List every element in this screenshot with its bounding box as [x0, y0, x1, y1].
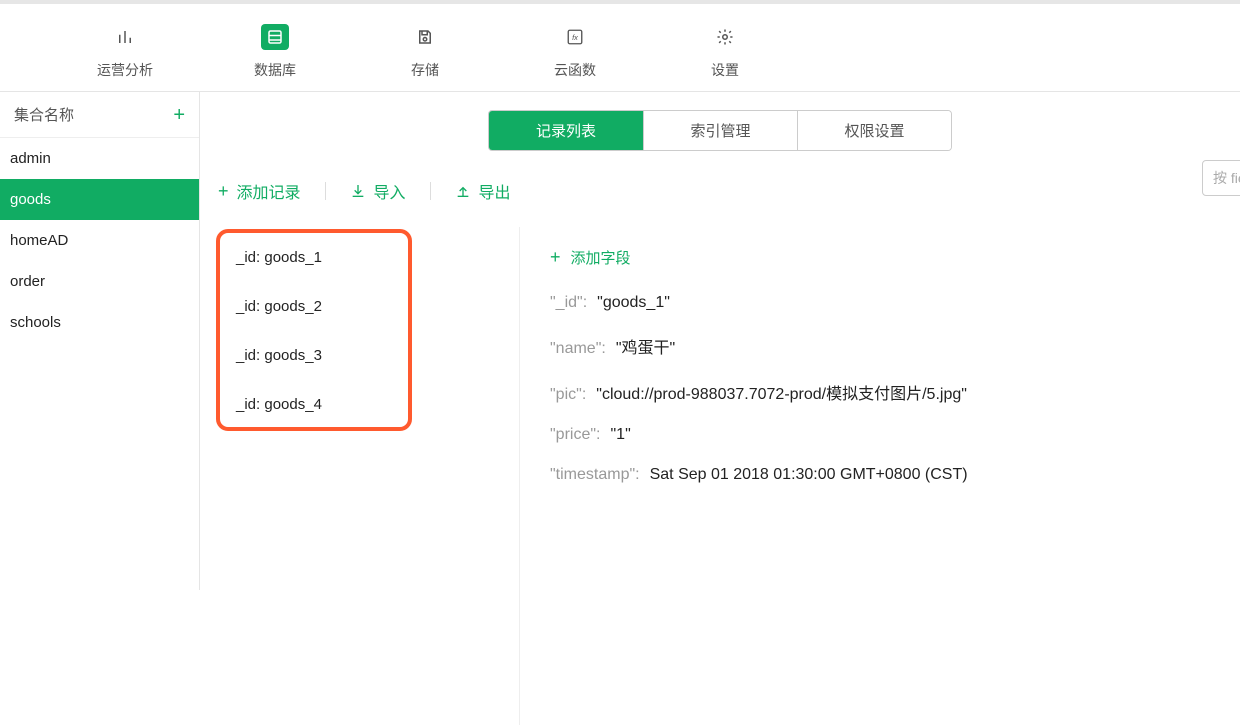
export-button[interactable]: 导出 [455, 179, 511, 203]
field-key: "timestamp": [550, 466, 640, 483]
field-row: "timestamp": Sat Sep 01 2018 01:30:00 GMT… [550, 466, 1210, 484]
sidebar-item-homeAD[interactable]: homeAD [0, 220, 199, 261]
sidebar-item-schools[interactable]: schools [0, 302, 199, 343]
add-collection-icon[interactable]: + [173, 105, 185, 125]
field-value: Sat Sep 01 2018 01:30:00 GMT+0800 (CST) [650, 466, 968, 483]
split-pane: _id: goods_1_id: goods_2_id: goods_3_id:… [200, 227, 1240, 725]
top-nav-item-bars[interactable]: 运营分析 [95, 24, 155, 80]
field-key: "_id": [550, 294, 587, 311]
plus-icon: + [550, 247, 561, 268]
record-item[interactable]: _id: goods_1 [220, 233, 519, 282]
records-pane: _id: goods_1_id: goods_2_id: goods_3_id:… [220, 227, 520, 725]
top-nav-label: 运营分析 [97, 60, 153, 80]
detail-pane: + 添加字段 "_id": "goods_1" "name": "鸡蛋干" "pic":… [520, 227, 1240, 725]
top-nav: 运营分析 数据库 存储 fx 云函数 设置 [0, 4, 1240, 92]
top-nav-label: 云函数 [554, 60, 596, 80]
top-nav-item-disk[interactable]: 存储 [395, 24, 455, 80]
separator [430, 182, 431, 200]
top-nav-label: 存储 [411, 60, 439, 80]
main-area: 集合名称 + admingoodshomeADorderschools 记录列表… [0, 92, 1240, 590]
field-key: "pic": [550, 386, 586, 403]
db-icon [261, 24, 289, 50]
plus-icon: + [218, 181, 229, 202]
top-nav-item-fx[interactable]: fx 云函数 [545, 24, 605, 80]
sidebar-item-admin[interactable]: admin [0, 138, 199, 179]
top-nav-item-gear[interactable]: 设置 [695, 24, 755, 80]
upload-icon [455, 183, 471, 199]
field-row: "pic": "cloud://prod-988037.7072-prod/模拟支… [550, 380, 1210, 404]
download-icon [350, 183, 366, 199]
record-item[interactable]: _id: goods_2 [220, 282, 519, 331]
tab-0[interactable]: 记录列表 [489, 111, 643, 150]
fx-icon: fx [561, 24, 589, 50]
record-item[interactable]: _id: goods_4 [220, 380, 519, 429]
field-value: "goods_1" [597, 294, 670, 311]
field-row: "price": "1" [550, 426, 1210, 444]
add-record-button[interactable]: + 添加记录 [218, 179, 301, 203]
filter-placeholder: 按 field:v [1213, 170, 1240, 186]
add-field-label: 添加字段 [571, 247, 631, 268]
field-value: "鸡蛋干" [616, 340, 675, 357]
sidebar-item-order[interactable]: order [0, 261, 199, 302]
filter-input[interactable]: 按 field:v [1202, 160, 1240, 196]
field-row: "_id": "goods_1" [550, 294, 1210, 312]
sidebar-title: 集合名称 [14, 104, 74, 125]
tab-2[interactable]: 权限设置 [797, 111, 951, 150]
field-key: "price": [550, 426, 600, 443]
field-row: "name": "鸡蛋干" [550, 334, 1210, 358]
add-record-label: 添加记录 [237, 179, 301, 203]
svg-text:fx: fx [572, 33, 578, 42]
disk-icon [411, 24, 439, 50]
field-key: "name": [550, 340, 606, 357]
export-label: 导出 [479, 179, 511, 203]
top-nav-item-db[interactable]: 数据库 [245, 24, 305, 80]
add-field-button[interactable]: + 添加字段 [550, 247, 1210, 268]
sidebar-header: 集合名称 + [0, 92, 199, 138]
sidebar-item-goods[interactable]: goods [0, 179, 199, 220]
gear-icon [711, 24, 739, 50]
tabs: 记录列表索引管理权限设置 [488, 110, 952, 151]
content: 记录列表索引管理权限设置 + 添加记录 导入 导出 [200, 92, 1240, 590]
field-value: "cloud://prod-988037.7072-prod/模拟支付图片/5.… [596, 386, 967, 403]
top-nav-label: 设置 [711, 60, 739, 80]
sidebar: 集合名称 + admingoodshomeADorderschools [0, 92, 200, 590]
record-item[interactable]: _id: goods_3 [220, 331, 519, 380]
tabs-row: 记录列表索引管理权限设置 [200, 92, 1240, 151]
bars-icon [111, 24, 139, 50]
import-button[interactable]: 导入 [350, 179, 406, 203]
separator [325, 182, 326, 200]
import-label: 导入 [374, 179, 406, 203]
field-value: "1" [610, 426, 630, 443]
top-nav-label: 数据库 [254, 60, 296, 80]
collection-list: admingoodshomeADorderschools [0, 138, 199, 343]
action-row: + 添加记录 导入 导出 [218, 179, 1240, 203]
tab-1[interactable]: 索引管理 [643, 111, 797, 150]
